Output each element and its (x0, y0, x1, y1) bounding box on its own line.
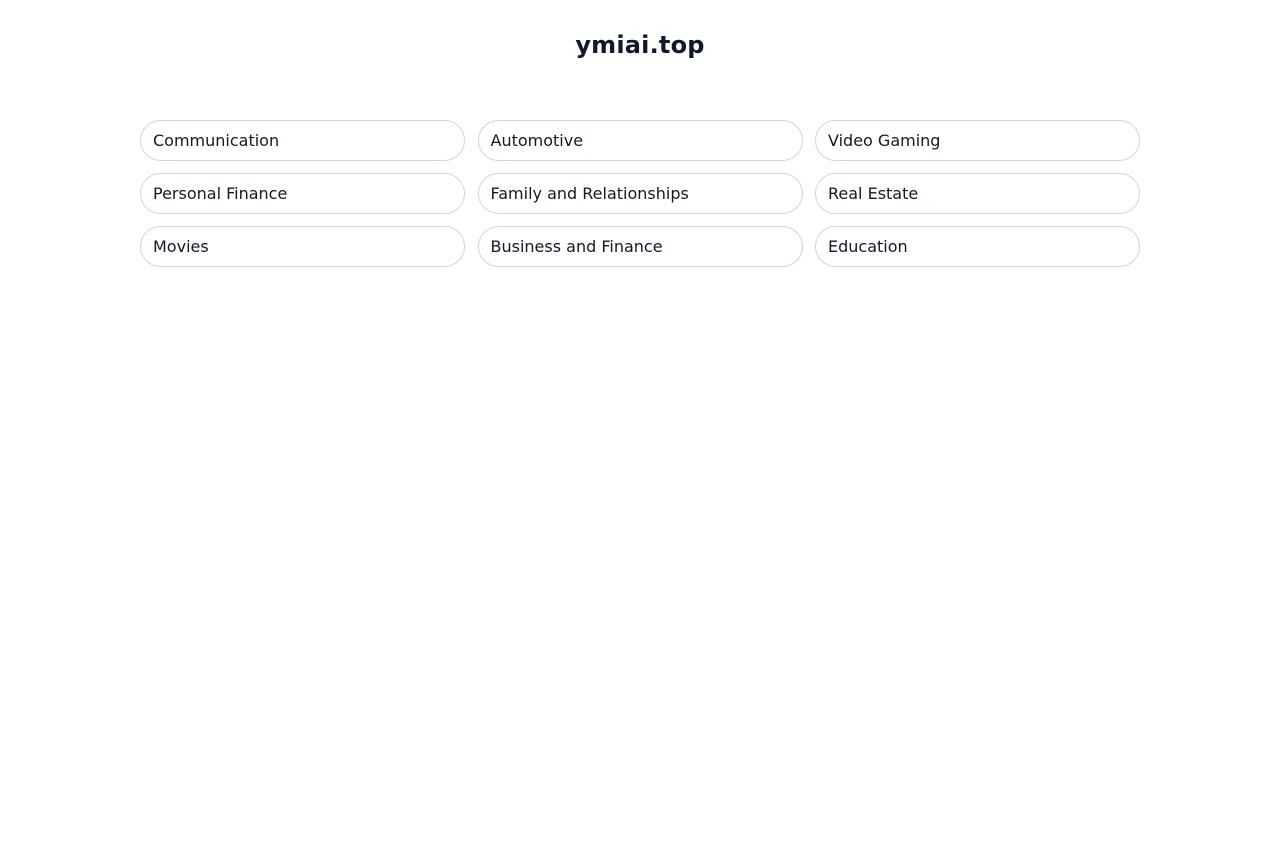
topic-button-education[interactable]: Education (815, 226, 1140, 267)
topic-button-family-and-relationships[interactable]: Family and Relationships (477, 173, 803, 214)
topic-button-video-gaming[interactable]: Video Gaming (815, 120, 1140, 161)
topic-button-communication[interactable]: Communication (140, 120, 465, 161)
topic-button-personal-finance[interactable]: Personal Finance (140, 173, 465, 214)
topic-button-real-estate[interactable]: Real Estate (815, 173, 1140, 214)
site-title: ymiai.top (575, 31, 705, 59)
topic-button-automotive[interactable]: Automotive (477, 120, 803, 161)
topic-button-business-and-finance[interactable]: Business and Finance (477, 226, 803, 267)
topic-grid: Communication Automotive Video Gaming Pe… (140, 120, 1140, 267)
topic-button-movies[interactable]: Movies (140, 226, 465, 267)
